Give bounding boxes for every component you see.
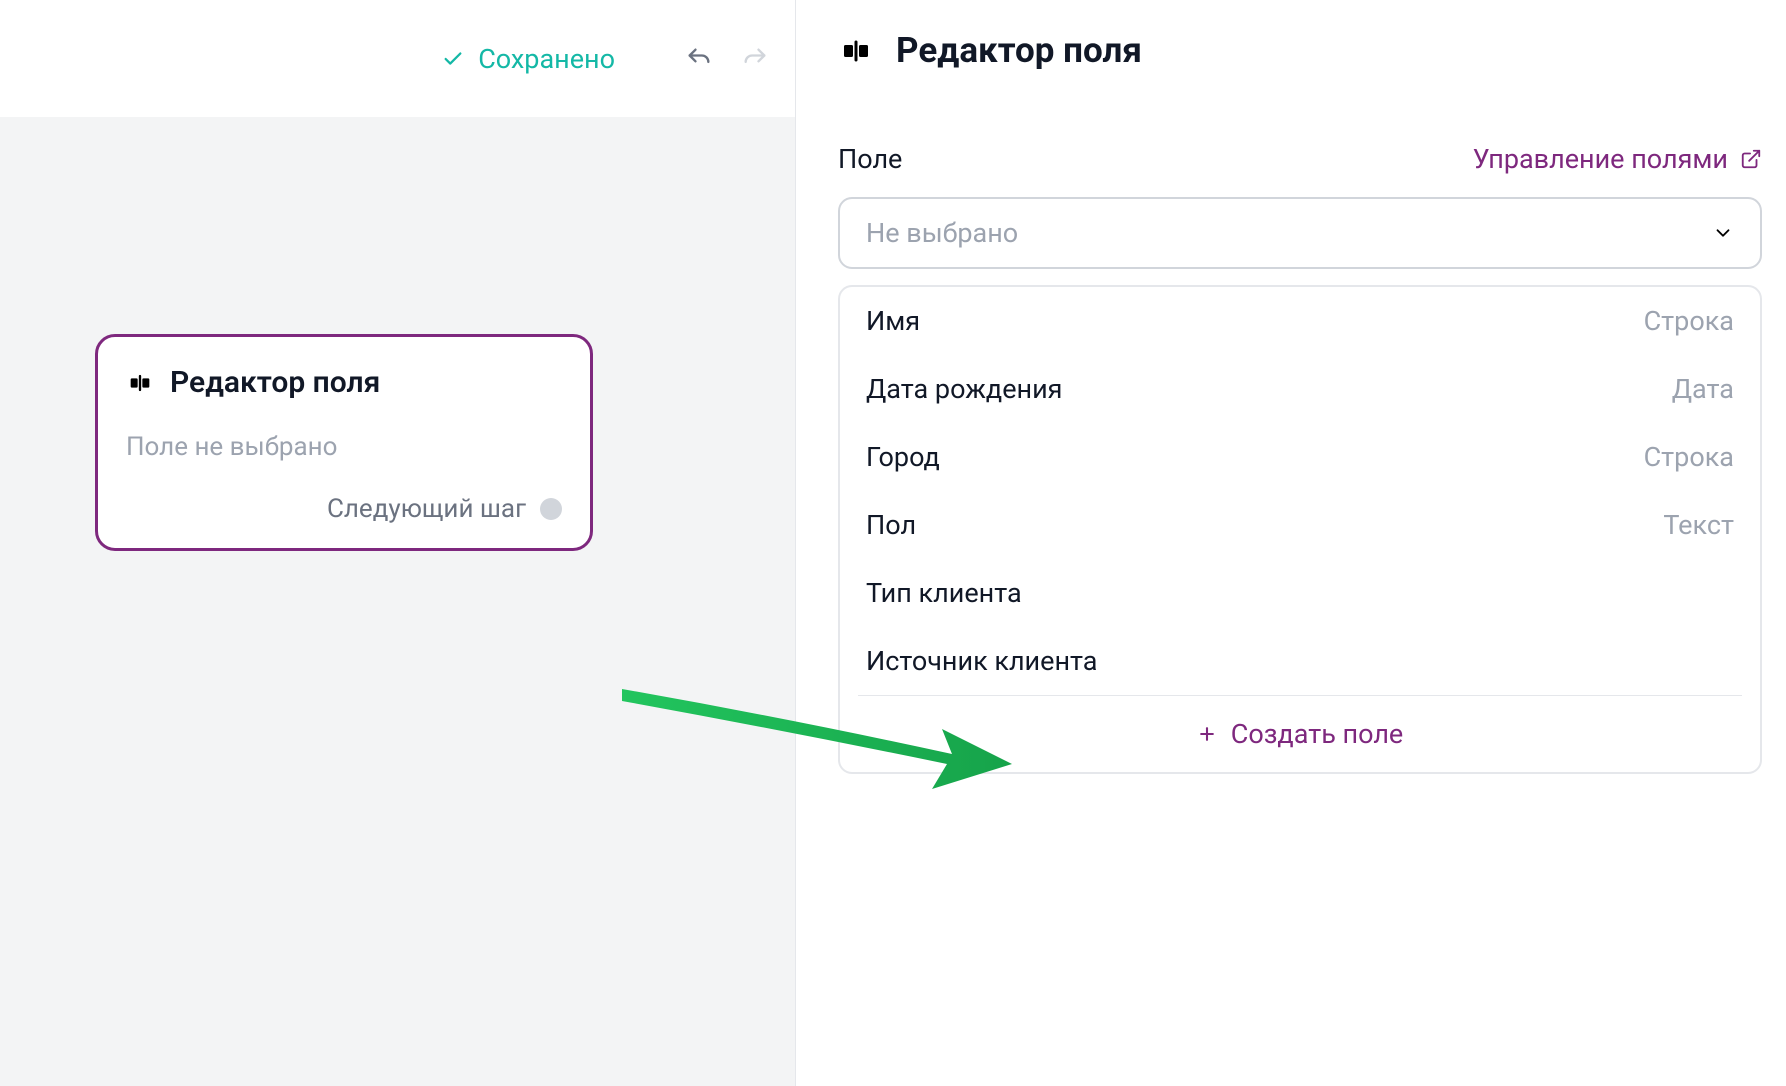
card-title: Редактор поля bbox=[170, 365, 380, 400]
plus-icon bbox=[1197, 724, 1217, 744]
saved-status: Сохранено bbox=[442, 43, 615, 75]
dropdown-option[interactable]: Дата рождения Дата bbox=[840, 355, 1760, 423]
option-type: Строка bbox=[1644, 441, 1734, 473]
option-type: Строка bbox=[1644, 305, 1734, 337]
editor-panel: Редактор поля Поле Управление полями Не … bbox=[795, 0, 1786, 1086]
check-icon bbox=[442, 48, 464, 70]
redo-icon bbox=[741, 45, 769, 73]
option-type: Дата bbox=[1672, 373, 1734, 405]
editor-title: Редактор поля bbox=[896, 30, 1142, 71]
undo-icon bbox=[685, 45, 713, 73]
field-select[interactable]: Не выбрано bbox=[838, 197, 1762, 269]
field-editor-icon bbox=[126, 369, 154, 397]
next-step-label: Следующий шаг bbox=[327, 494, 526, 524]
field-label: Поле bbox=[838, 143, 902, 175]
field-dropdown: Имя Строка Дата рождения Дата Город Строка Пол… bbox=[838, 285, 1762, 774]
option-name: Пол bbox=[866, 509, 916, 541]
field-editor-card[interactable]: Редактор поля Поле не выбрано Следующий … bbox=[95, 334, 593, 551]
external-link-icon bbox=[1740, 148, 1762, 170]
chevron-down-icon bbox=[1712, 222, 1734, 244]
option-name: Дата рождения bbox=[866, 373, 1063, 405]
saved-status-text: Сохранено bbox=[478, 43, 615, 75]
manage-fields-link[interactable]: Управление полями bbox=[1473, 143, 1762, 175]
field-editor-icon bbox=[838, 33, 874, 69]
dropdown-option[interactable]: Город Строка bbox=[840, 423, 1760, 491]
top-bar: Сохранено bbox=[0, 0, 795, 117]
select-placeholder: Не выбрано bbox=[866, 217, 1018, 249]
manage-fields-text: Управление полями bbox=[1473, 143, 1728, 175]
option-name: Имя bbox=[866, 305, 920, 337]
option-name: Город bbox=[866, 441, 940, 473]
next-step-connector[interactable] bbox=[540, 498, 562, 520]
option-type: Текст bbox=[1663, 509, 1734, 541]
dropdown-option[interactable]: Источник клиента bbox=[840, 627, 1760, 695]
dropdown-option[interactable]: Пол Текст bbox=[840, 491, 1760, 559]
undo-button[interactable] bbox=[683, 43, 715, 75]
canvas[interactable]: Редактор поля Поле не выбрано Следующий … bbox=[0, 117, 795, 1086]
option-name: Источник клиента bbox=[866, 645, 1098, 677]
create-field-text: Создать поле bbox=[1231, 718, 1404, 750]
redo-button[interactable] bbox=[739, 43, 771, 75]
create-field-button[interactable]: Создать поле bbox=[840, 696, 1760, 772]
option-name: Тип клиента bbox=[866, 577, 1022, 609]
card-subtitle: Поле не выбрано bbox=[126, 432, 562, 462]
dropdown-option[interactable]: Тип клиента bbox=[840, 559, 1760, 627]
dropdown-option[interactable]: Имя Строка bbox=[840, 287, 1760, 355]
